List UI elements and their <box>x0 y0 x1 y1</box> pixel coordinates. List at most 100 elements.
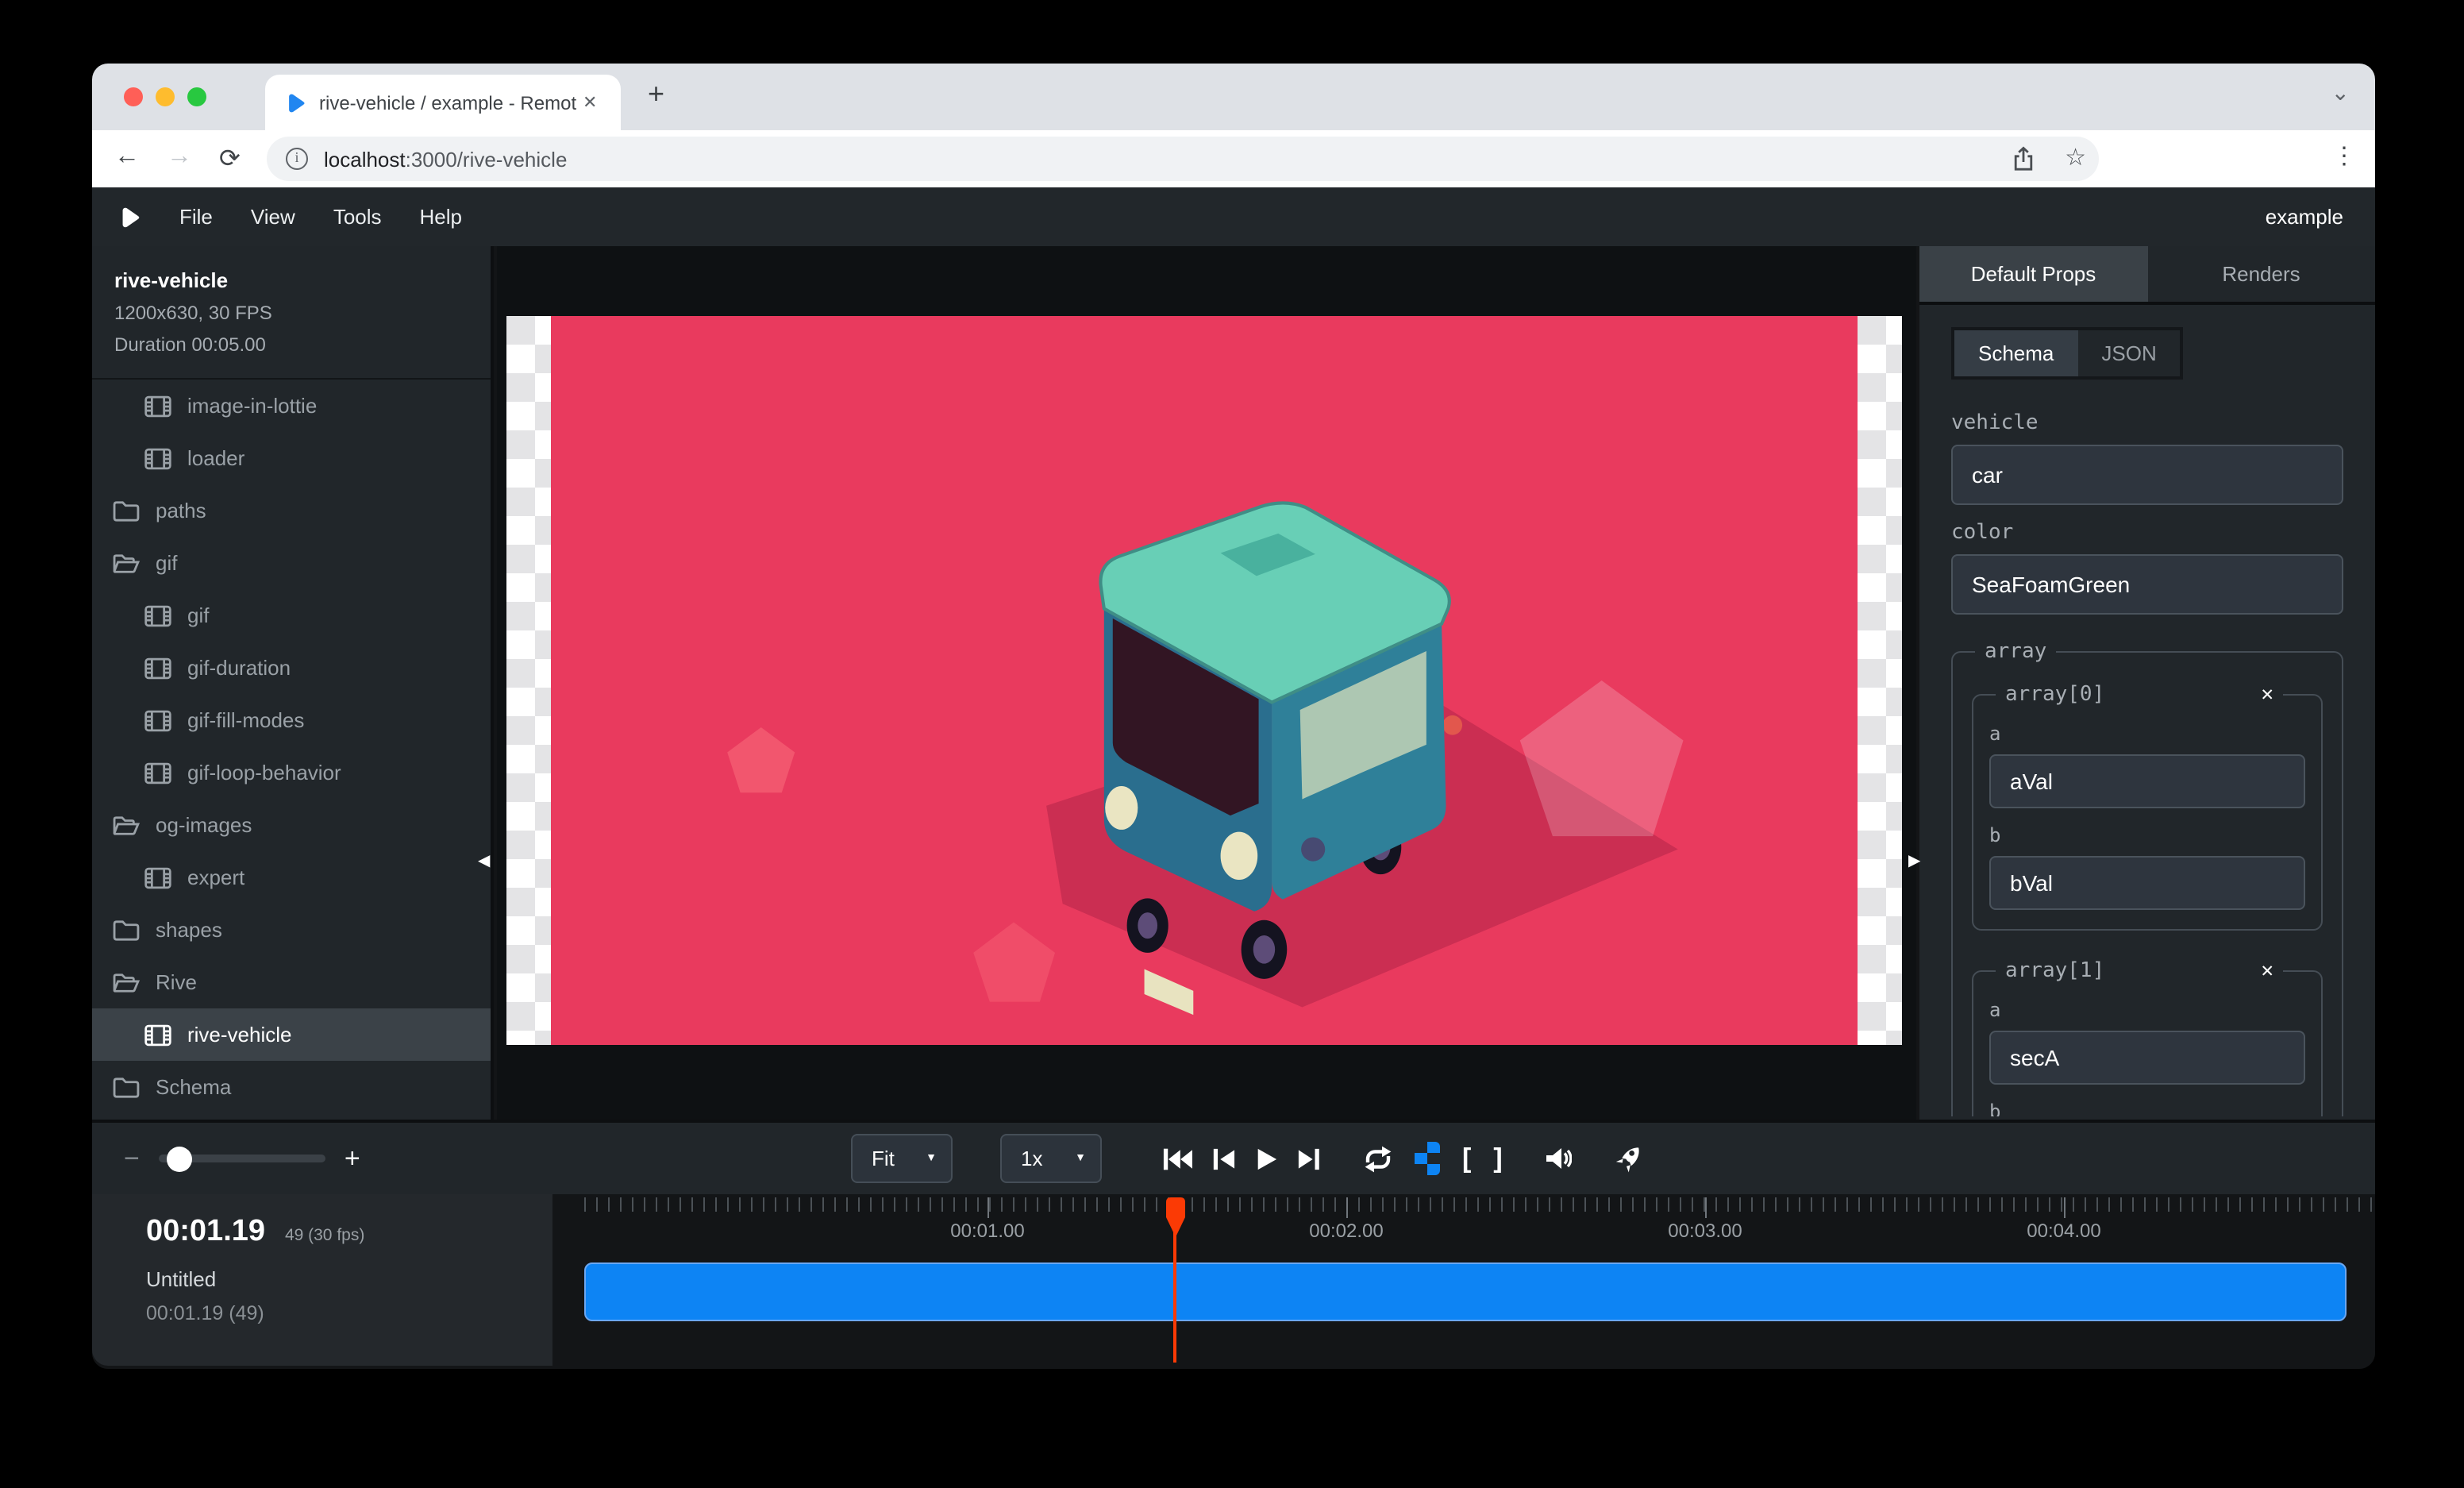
array-legend: array <box>1975 640 2056 664</box>
menu-tools[interactable]: Tools <box>333 205 382 229</box>
composition-canvas[interactable] <box>506 316 1902 1045</box>
play-button[interactable] <box>1254 1146 1278 1171</box>
tab-renders[interactable]: Renders <box>2147 246 2375 302</box>
vehicle-field[interactable]: car <box>1951 445 2343 505</box>
bookmark-star-icon[interactable]: ☆ <box>2065 143 2086 172</box>
array-0-a-label: a <box>1989 723 2305 745</box>
previous-frame-button[interactable] <box>1211 1146 1235 1171</box>
sidebar-item-loader[interactable]: loader <box>92 432 491 484</box>
sidebar-folder-paths[interactable]: paths <box>92 484 491 537</box>
tab-json[interactable]: JSON <box>2077 330 2180 376</box>
url-field[interactable]: i localhost:3000/rive-vehicle ☆ <box>267 137 2099 181</box>
sidebar-folder-shapes[interactable]: shapes <box>92 904 491 956</box>
minimize-window-button[interactable] <box>156 87 175 106</box>
tab-title: rive-vehicle / example - Remot <box>319 91 576 114</box>
menu-help[interactable]: Help <box>420 205 463 229</box>
folder-icon <box>113 1076 140 1098</box>
transport-controls: [ ] <box>1153 1123 1657 1194</box>
skip-to-end-button[interactable] <box>1297 1146 1321 1171</box>
remotion-logo-icon[interactable] <box>117 204 141 229</box>
film-icon <box>144 709 171 731</box>
zoom-slider[interactable] <box>159 1155 325 1162</box>
sidebar-collapse-icon[interactable]: ◀ <box>478 853 490 870</box>
reload-button[interactable]: ⟳ <box>219 143 241 175</box>
timeline-ruler[interactable] <box>584 1197 2372 1212</box>
array-0-b-field[interactable]: bVal <box>1989 856 2305 910</box>
film-icon <box>144 395 171 417</box>
tab-default-props[interactable]: Default Props <box>1919 246 2147 302</box>
close-window-button[interactable] <box>124 87 143 106</box>
right-panel-collapse-icon[interactable]: ▶ <box>1908 853 1920 870</box>
array-1-a-label: a <box>1989 999 2305 1021</box>
sidebar-item-image-in-lottie[interactable]: image-in-lottie <box>92 380 491 432</box>
stage: rive-vehicle / example - Remot ✕ + ⌄ ← →… <box>0 0 2464 1488</box>
array-0-remove-icon[interactable]: ✕ <box>2261 683 2273 707</box>
zoom-slider-knob[interactable] <box>167 1146 192 1171</box>
array-fieldset: array array[0]✕ a aVal b bVal array[1]✕ … <box>1951 640 2343 1116</box>
film-icon <box>144 657 171 679</box>
skip-to-start-button[interactable] <box>1162 1146 1192 1171</box>
maximize-window-button[interactable] <box>187 87 206 106</box>
sidebar-folder-rive[interactable]: Rive <box>92 956 491 1008</box>
film-icon <box>144 761 171 784</box>
color-field[interactable]: SeaFoamGreen <box>1951 554 2343 615</box>
playhead-pin[interactable] <box>1164 1196 1188 1239</box>
array-1-a-field[interactable]: secA <box>1989 1031 2305 1085</box>
sidebar-item-expert[interactable]: expert <box>92 851 491 904</box>
sidebar-folder-gif[interactable]: gif <box>92 537 491 589</box>
fit-dropdown[interactable]: Fit ▼ <box>851 1134 953 1183</box>
zoom-out-icon[interactable]: − <box>124 1143 140 1174</box>
loop-toggle-icon[interactable] <box>1362 1144 1394 1173</box>
color-field-label: color <box>1951 521 2343 545</box>
composition-list: image-in-lottie loader paths gif gif gif… <box>92 380 491 1113</box>
new-tab-button[interactable]: + <box>648 78 664 111</box>
timeline-panel: 00:01.00 00:02.00 00:03.00 00:04.00 00:0… <box>92 1194 2375 1369</box>
sidebar-folder-schema[interactable]: Schema <box>92 1061 491 1113</box>
preview-panel <box>497 246 1916 1120</box>
folder-icon <box>113 919 140 941</box>
props-panel: Default Props Renders Schema JSON vehicl… <box>1919 246 2375 1120</box>
browser-menu-icon[interactable]: ⋮ <box>2332 141 2356 170</box>
out-point-button[interactable]: ] <box>1493 1143 1502 1174</box>
composition-info: rive-vehicle 1200x630, 30 FPS Duration 0… <box>92 246 491 380</box>
back-button[interactable]: ← <box>114 143 140 172</box>
sidebar-item-gif-fill-modes[interactable]: gif-fill-modes <box>92 694 491 746</box>
props-panel-tabs: Default Props Renders <box>1919 246 2375 305</box>
menu-view[interactable]: View <box>251 205 295 229</box>
film-icon <box>144 1023 171 1046</box>
tab-strip: rive-vehicle / example - Remot ✕ + ⌄ <box>92 64 2375 130</box>
array-1-legend: array[1] <box>2005 959 2104 983</box>
site-info-icon[interactable]: i <box>286 148 308 170</box>
array-1-remove-icon[interactable]: ✕ <box>2261 959 2273 983</box>
folder-icon <box>113 499 140 522</box>
track-name: Untitled <box>146 1267 552 1291</box>
sidebar-item-gif[interactable]: gif <box>92 589 491 642</box>
tab-close-icon[interactable]: ✕ <box>583 92 597 113</box>
zoom-in-icon[interactable]: + <box>345 1143 360 1174</box>
array-0-fieldset: array[0]✕ a aVal b bVal <box>1972 683 2323 931</box>
timeline-track[interactable] <box>584 1262 2347 1321</box>
frame-info: 49 (30 fps) <box>285 1226 364 1245</box>
track-range: 00:01.19 (49) <box>146 1302 552 1324</box>
sidebar-folder-og-images[interactable]: og-images <box>92 799 491 851</box>
tab-schema[interactable]: Schema <box>1954 330 2077 376</box>
timeline-info: 00:01.19 49 (30 fps) Untitled 00:01.19 (… <box>92 1194 552 1366</box>
volume-icon[interactable] <box>1546 1145 1573 1172</box>
array-0-a-field[interactable]: aVal <box>1989 754 2305 808</box>
render-rocket-icon[interactable] <box>1614 1143 1647 1174</box>
app-menu-bar: File View Tools Help example <box>92 187 2375 246</box>
forward-button: → <box>167 143 192 172</box>
menu-file[interactable]: File <box>179 205 213 229</box>
playback-speed-dropdown[interactable]: 1x ▼ <box>1000 1134 1102 1183</box>
in-point-button[interactable]: [ <box>1462 1143 1471 1174</box>
share-icon[interactable] <box>2012 146 2035 172</box>
transparency-toggle-icon[interactable] <box>1415 1142 1440 1175</box>
tab-search-chevron-icon[interactable]: ⌄ <box>2331 79 2350 106</box>
sidebar-item-gif-duration[interactable]: gif-duration <box>92 642 491 694</box>
main-area: rive-vehicle 1200x630, 30 FPS Duration 0… <box>92 246 2375 1120</box>
browser-tab[interactable]: rive-vehicle / example - Remot ✕ <box>265 75 621 130</box>
composition-resolution: 1200x630, 30 FPS <box>114 302 472 324</box>
vehicle-field-label: vehicle <box>1951 411 2343 435</box>
sidebar-item-gif-loop-behavior[interactable]: gif-loop-behavior <box>92 746 491 799</box>
sidebar-item-rive-vehicle[interactable]: rive-vehicle <box>92 1008 491 1061</box>
